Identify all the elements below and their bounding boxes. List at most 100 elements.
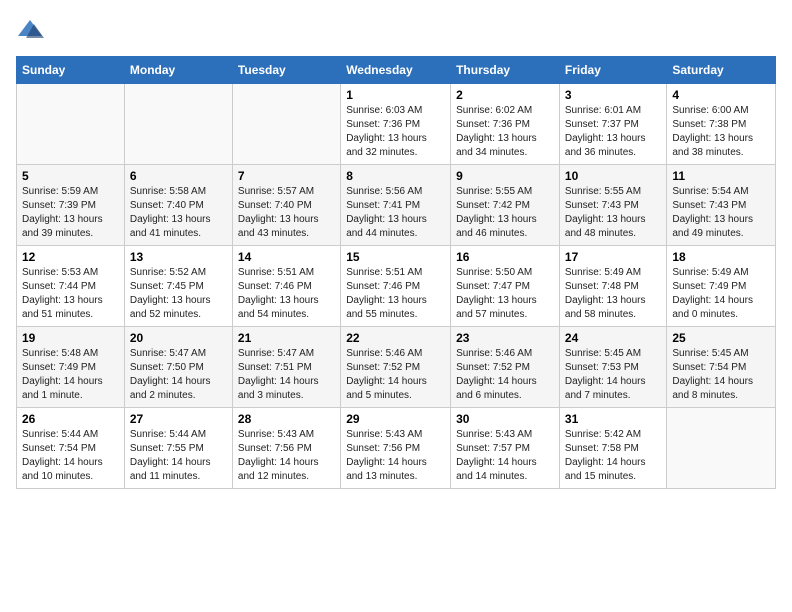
day-of-week-header: Sunday: [17, 57, 125, 84]
calendar-cell: 23Sunrise: 5:46 AM Sunset: 7:52 PM Dayli…: [451, 327, 560, 408]
day-info: Sunrise: 5:44 AM Sunset: 7:55 PM Dayligh…: [130, 428, 227, 484]
calendar-cell: 5 Sunrise: 5:59 AM Sunset: 7:39 PM Daylig…: [17, 165, 125, 246]
calendar-cell: 9 Sunrise: 5:55 AM Sunset: 7:42 PM Daylig…: [451, 165, 560, 246]
day-of-week-header: Monday: [124, 57, 232, 84]
day-number: 10: [565, 169, 661, 183]
calendar-cell: 3 Sunrise: 6:01 AM Sunset: 7:37 PM Daylig…: [559, 84, 666, 165]
day-number: 6: [130, 169, 227, 183]
day-number: 21: [238, 331, 335, 345]
calendar-cell: [17, 84, 125, 165]
day-number: 4: [672, 88, 770, 102]
day-info: Sunrise: 5:49 AM Sunset: 7:48 PM Dayligh…: [565, 266, 661, 322]
calendar-cell: 28Sunrise: 5:43 AM Sunset: 7:56 PM Dayli…: [232, 408, 340, 489]
day-info: Sunrise: 5:51 AM Sunset: 7:46 PM Dayligh…: [346, 266, 445, 322]
calendar-cell: 29 Sunrise: 5:43 AM Sunset: 7:56 PM Dayli…: [341, 408, 451, 489]
day-number: 20: [130, 331, 227, 345]
day-number: 22: [346, 331, 445, 345]
calendar-cell: 14 Sunrise: 5:51 AM Sunset: 7:46 PM Dayli…: [232, 246, 340, 327]
calendar-cell: 26 Sunrise: 5:44 AM Sunset: 7:54 PM Dayli…: [17, 408, 125, 489]
day-info: Sunrise: 6:01 AM Sunset: 7:37 PM Dayligh…: [565, 104, 661, 160]
calendar-cell: 15 Sunrise: 5:51 AM Sunset: 7:46 PM Dayli…: [341, 246, 451, 327]
calendar-week-row: 26 Sunrise: 5:44 AM Sunset: 7:54 PM Dayli…: [17, 408, 776, 489]
day-number: 16: [456, 250, 554, 264]
day-number: 31: [565, 412, 661, 426]
calendar-cell: 25 Sunrise: 5:45 AM Sunset: 7:54 PM Dayli…: [667, 327, 776, 408]
calendar-week-row: 12Sunrise: 5:53 AM Sunset: 7:44 PM Dayli…: [17, 246, 776, 327]
day-info: Sunrise: 6:03 AM Sunset: 7:36 PM Dayligh…: [346, 104, 445, 160]
calendar-cell: 30 Sunrise: 5:43 AM Sunset: 7:57 PM Dayli…: [451, 408, 560, 489]
day-number: 14: [238, 250, 335, 264]
day-info: Sunrise: 5:55 AM Sunset: 7:43 PM Dayligh…: [565, 185, 661, 241]
calendar-cell: 4Sunrise: 6:00 AM Sunset: 7:38 PM Daylig…: [667, 84, 776, 165]
day-info: Sunrise: 5:56 AM Sunset: 7:41 PM Dayligh…: [346, 185, 445, 241]
day-info: Sunrise: 5:50 AM Sunset: 7:47 PM Dayligh…: [456, 266, 554, 322]
logo-icon: [16, 16, 44, 44]
day-of-week-header: Tuesday: [232, 57, 340, 84]
day-number: 30: [456, 412, 554, 426]
day-number: 19: [22, 331, 119, 345]
calendar-cell: 13 Sunrise: 5:52 AM Sunset: 7:45 PM Dayli…: [124, 246, 232, 327]
calendar-cell: 21 Sunrise: 5:47 AM Sunset: 7:51 PM Dayli…: [232, 327, 340, 408]
calendar-cell: 27 Sunrise: 5:44 AM Sunset: 7:55 PM Dayli…: [124, 408, 232, 489]
day-info: Sunrise: 5:55 AM Sunset: 7:42 PM Dayligh…: [456, 185, 554, 241]
calendar-week-row: 1 Sunrise: 6:03 AM Sunset: 7:36 PM Daylig…: [17, 84, 776, 165]
logo: [16, 16, 48, 44]
calendar-cell: 11 Sunrise: 5:54 AM Sunset: 7:43 PM Dayli…: [667, 165, 776, 246]
day-number: 7: [238, 169, 335, 183]
day-info: Sunrise: 5:57 AM Sunset: 7:40 PM Dayligh…: [238, 185, 335, 241]
day-info: Sunrise: 5:52 AM Sunset: 7:45 PM Dayligh…: [130, 266, 227, 322]
calendar-cell: 1 Sunrise: 6:03 AM Sunset: 7:36 PM Daylig…: [341, 84, 451, 165]
day-number: 27: [130, 412, 227, 426]
day-number: 23: [456, 331, 554, 345]
day-info: Sunrise: 5:44 AM Sunset: 7:54 PM Dayligh…: [22, 428, 119, 484]
day-info: Sunrise: 5:43 AM Sunset: 7:56 PM Dayligh…: [346, 428, 445, 484]
day-info: Sunrise: 5:43 AM Sunset: 7:57 PM Dayligh…: [456, 428, 554, 484]
day-info: Sunrise: 5:51 AM Sunset: 7:46 PM Dayligh…: [238, 266, 335, 322]
day-number: 1: [346, 88, 445, 102]
day-number: 13: [130, 250, 227, 264]
calendar-cell: [124, 84, 232, 165]
day-info: Sunrise: 5:54 AM Sunset: 7:43 PM Dayligh…: [672, 185, 770, 241]
day-number: 18: [672, 250, 770, 264]
calendar-cell: 10 Sunrise: 5:55 AM Sunset: 7:43 PM Dayli…: [559, 165, 666, 246]
calendar-table: SundayMondayTuesdayWednesdayThursdayFrid…: [16, 56, 776, 489]
calendar-week-row: 5 Sunrise: 5:59 AM Sunset: 7:39 PM Daylig…: [17, 165, 776, 246]
day-number: 26: [22, 412, 119, 426]
calendar-cell: 20Sunrise: 5:47 AM Sunset: 7:50 PM Dayli…: [124, 327, 232, 408]
calendar-cell: 16 Sunrise: 5:50 AM Sunset: 7:47 PM Dayli…: [451, 246, 560, 327]
day-number: 15: [346, 250, 445, 264]
day-of-week-header: Saturday: [667, 57, 776, 84]
day-info: Sunrise: 5:48 AM Sunset: 7:49 PM Dayligh…: [22, 347, 119, 403]
day-number: 8: [346, 169, 445, 183]
day-number: 17: [565, 250, 661, 264]
calendar-cell: 12Sunrise: 5:53 AM Sunset: 7:44 PM Dayli…: [17, 246, 125, 327]
day-info: Sunrise: 5:58 AM Sunset: 7:40 PM Dayligh…: [130, 185, 227, 241]
page-header: [16, 16, 776, 44]
day-number: 2: [456, 88, 554, 102]
calendar-cell: 7 Sunrise: 5:57 AM Sunset: 7:40 PM Daylig…: [232, 165, 340, 246]
day-info: Sunrise: 5:42 AM Sunset: 7:58 PM Dayligh…: [565, 428, 661, 484]
calendar-cell: 18 Sunrise: 5:49 AM Sunset: 7:49 PM Dayli…: [667, 246, 776, 327]
day-info: Sunrise: 5:45 AM Sunset: 7:53 PM Dayligh…: [565, 347, 661, 403]
day-number: 25: [672, 331, 770, 345]
calendar-cell: 31 Sunrise: 5:42 AM Sunset: 7:58 PM Dayli…: [559, 408, 666, 489]
day-info: Sunrise: 5:43 AM Sunset: 7:56 PM Dayligh…: [238, 428, 335, 484]
calendar-cell: 2 Sunrise: 6:02 AM Sunset: 7:36 PM Daylig…: [451, 84, 560, 165]
day-number: 11: [672, 169, 770, 183]
calendar-cell: 17 Sunrise: 5:49 AM Sunset: 7:48 PM Dayli…: [559, 246, 666, 327]
day-info: Sunrise: 5:59 AM Sunset: 7:39 PM Dayligh…: [22, 185, 119, 241]
day-info: Sunrise: 5:45 AM Sunset: 7:54 PM Dayligh…: [672, 347, 770, 403]
day-info: Sunrise: 5:49 AM Sunset: 7:49 PM Dayligh…: [672, 266, 770, 322]
day-number: 29: [346, 412, 445, 426]
day-number: 5: [22, 169, 119, 183]
calendar-cell: [232, 84, 340, 165]
day-info: Sunrise: 6:02 AM Sunset: 7:36 PM Dayligh…: [456, 104, 554, 160]
calendar-cell: 24Sunrise: 5:45 AM Sunset: 7:53 PM Dayli…: [559, 327, 666, 408]
day-info: Sunrise: 5:46 AM Sunset: 7:52 PM Dayligh…: [346, 347, 445, 403]
day-number: 9: [456, 169, 554, 183]
calendar-cell: [667, 408, 776, 489]
day-info: Sunrise: 5:47 AM Sunset: 7:51 PM Dayligh…: [238, 347, 335, 403]
day-number: 12: [22, 250, 119, 264]
calendar-cell: 22 Sunrise: 5:46 AM Sunset: 7:52 PM Dayli…: [341, 327, 451, 408]
day-number: 3: [565, 88, 661, 102]
